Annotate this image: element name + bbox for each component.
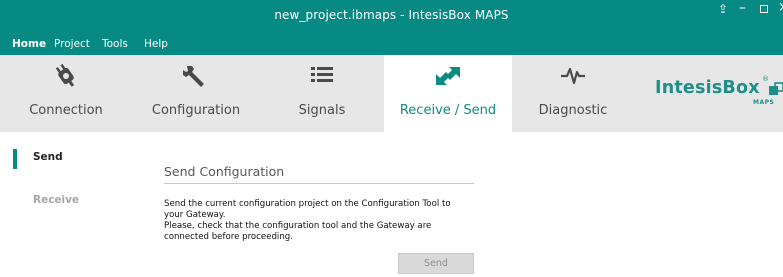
intesisbox-logo: IntesisBox ® MAPS — [655, 75, 783, 106]
menu-tools[interactable]: Tools — [102, 38, 128, 50]
nav-receive[interactable]: Receive — [33, 194, 79, 206]
pulse-icon — [561, 67, 585, 85]
description-line: your Gateway. — [164, 210, 226, 220]
list-icon — [311, 67, 333, 82]
logo-wordmark: IntesisBox — [655, 78, 760, 98]
tab-configuration[interactable]: Configuration — [132, 55, 260, 132]
transfer-arrows-icon — [436, 67, 460, 85]
menu-home[interactable]: Home — [12, 38, 46, 50]
section-title: Send Configuration — [164, 164, 285, 179]
title-bar: new_project.ibmaps - IntesisBox MAPS ⇪ –… — [0, 0, 783, 32]
tab-signals-label: Signals — [298, 103, 346, 118]
description-line: connected before proceeding. — [164, 232, 293, 242]
upload-icon[interactable]: ⇪ — [718, 2, 728, 16]
logo-mark-icon — [769, 82, 783, 95]
minimize-button[interactable]: – — [739, 1, 746, 15]
tab-configuration-label: Configuration — [151, 103, 241, 118]
send-button[interactable]: Send — [398, 253, 474, 274]
maximize-button[interactable] — [760, 5, 768, 13]
close-button[interactable]: × — [778, 1, 783, 15]
wrench-icon — [183, 66, 204, 87]
active-nav-indicator — [13, 149, 17, 169]
tab-diagnostic[interactable]: Diagnostic — [512, 55, 634, 132]
description-line: Please, check that the configuration too… — [164, 221, 432, 231]
send-description: Send the current configuration project o… — [164, 199, 484, 243]
logo-maps: MAPS — [753, 99, 775, 106]
menu-project[interactable]: Project — [54, 38, 90, 50]
menu-help[interactable]: Help — [144, 38, 168, 50]
tab-diagnostic-label: Diagnostic — [538, 103, 608, 118]
description-line: Send the current configuration project o… — [164, 199, 451, 209]
tab-receive-send[interactable]: Receive / Send — [384, 55, 512, 132]
section-divider — [164, 183, 474, 184]
menu-bar: Home Project Tools Help — [0, 32, 783, 55]
tab-connection-label: Connection — [29, 103, 103, 118]
tab-signals[interactable]: Signals — [260, 55, 384, 132]
window-title: new_project.ibmaps - IntesisBox MAPS — [274, 8, 509, 22]
nav-send[interactable]: Send — [33, 151, 63, 163]
tab-connection[interactable]: Connection — [0, 55, 132, 132]
tab-receive-send-label: Receive / Send — [399, 103, 497, 118]
plug-icon — [55, 63, 75, 87]
